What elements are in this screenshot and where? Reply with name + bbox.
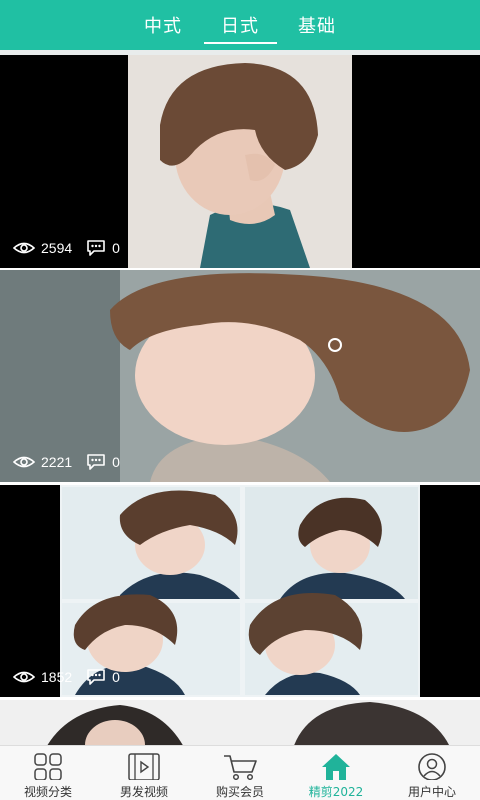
- nav-buy-membership[interactable]: 购买会员: [192, 746, 288, 800]
- video-card[interactable]: 2221 0: [0, 270, 480, 482]
- tab-basic[interactable]: 基础: [279, 0, 356, 50]
- nav-label: 男发视频: [119, 785, 168, 799]
- tab-japanese-style[interactable]: 日式: [202, 0, 279, 50]
- bottom-nav: 视频分类 男发视频 购买会员 精剪2022 用户中心: [0, 745, 480, 800]
- cart-icon: [224, 755, 257, 780]
- video-thumbnail: [0, 700, 480, 745]
- video-thumbnail: [0, 270, 480, 482]
- view-count: 1852: [41, 668, 73, 685]
- comment-count: 0: [112, 668, 120, 685]
- comment-icon: [87, 240, 105, 256]
- nav-user-center[interactable]: 用户中心: [384, 746, 480, 800]
- nav-mens-hair-videos[interactable]: 男发视频: [96, 746, 192, 800]
- video-stats: 2221 0: [13, 453, 134, 470]
- nav-label: 视频分类: [23, 785, 72, 799]
- view-count: 2594: [41, 239, 73, 256]
- nav-video-categories[interactable]: 视频分类: [0, 746, 96, 800]
- eye-icon: [13, 456, 35, 467]
- eye-icon: [13, 671, 35, 682]
- video-card[interactable]: [0, 700, 480, 745]
- grid-icon: [34, 753, 62, 780]
- video-card[interactable]: 1852 0: [0, 485, 480, 697]
- tab-chinese-style[interactable]: 中式: [125, 0, 202, 50]
- video-stats: 2594 0: [13, 239, 134, 256]
- video-thumbnail: [0, 55, 480, 268]
- comment-count: 0: [112, 239, 120, 256]
- video-stats: 1852 0: [13, 668, 134, 685]
- film-icon: [128, 753, 160, 780]
- comment-icon: [87, 454, 105, 470]
- video-feed[interactable]: 2594 0 2221 0 1852 0: [0, 55, 480, 745]
- nav-label: 用户中心: [407, 785, 456, 799]
- nav-label: 购买会员: [215, 785, 264, 799]
- home-icon: [322, 754, 350, 780]
- top-tab-bar: 中式 日式 基础: [0, 0, 480, 50]
- eye-icon: [13, 242, 35, 253]
- view-count: 2221: [41, 453, 73, 470]
- comment-count: 0: [112, 453, 120, 470]
- video-card[interactable]: 2594 0: [0, 55, 480, 268]
- nav-label: 精剪2022: [308, 785, 364, 799]
- user-icon: [418, 753, 446, 780]
- nav-jingjian-2022[interactable]: 精剪2022: [288, 746, 384, 800]
- video-thumbnail: [0, 485, 480, 697]
- comment-icon: [87, 669, 105, 685]
